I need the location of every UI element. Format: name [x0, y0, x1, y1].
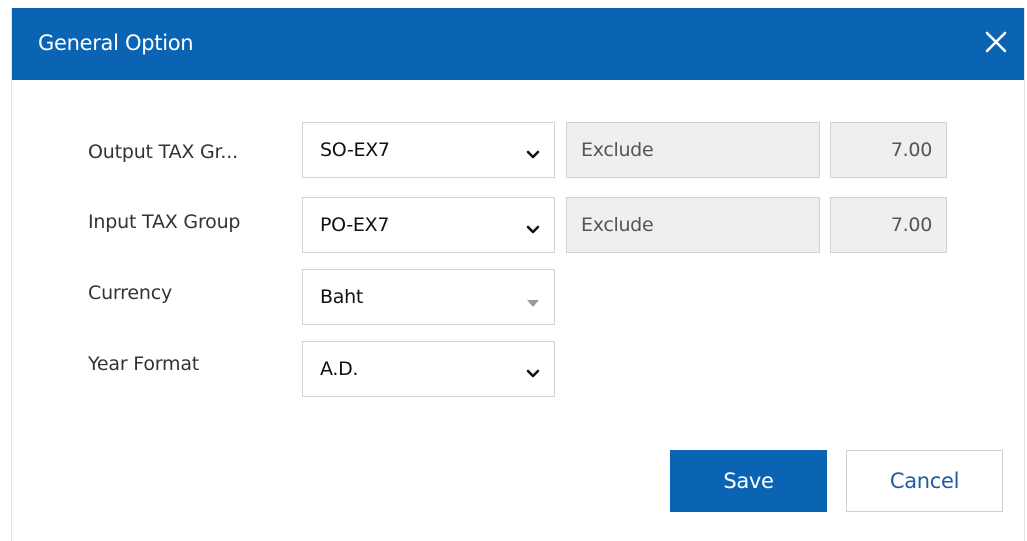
cancel-button[interactable]: Cancel [846, 450, 1003, 512]
dialog-header: General Option [12, 8, 1024, 80]
currency-select[interactable]: Baht [302, 269, 555, 325]
currency-label: Currency [88, 282, 173, 304]
output-tax-rate-field: 7.00 [830, 122, 947, 178]
input-tax-type-field: Exclude [566, 197, 820, 253]
close-icon[interactable] [982, 28, 1010, 56]
year-format-select[interactable]: A.D. [302, 341, 555, 397]
input-tax-rate-field: 7.00 [830, 197, 947, 253]
save-button[interactable]: Save [670, 450, 827, 512]
output-tax-group-select[interactable]: SO-EX7 [302, 122, 555, 178]
output-tax-group-value: SO-EX7 [320, 139, 390, 161]
input-tax-group-label: Input TAX Group [88, 211, 241, 233]
caret-down-icon [527, 293, 539, 307]
currency-value: Baht [320, 286, 363, 308]
chevron-down-icon [526, 145, 540, 159]
general-option-dialog: General Option Output TAX Gr... SO-EX7 E… [11, 8, 1025, 541]
dialog-title: General Option [38, 31, 194, 55]
year-format-label: Year Format [88, 353, 200, 375]
input-tax-group-select[interactable]: PO-EX7 [302, 197, 555, 253]
chevron-down-icon [526, 364, 540, 378]
input-tax-group-value: PO-EX7 [320, 214, 390, 236]
year-format-value: A.D. [320, 358, 359, 380]
output-tax-group-label: Output TAX Gr... [88, 141, 238, 163]
output-tax-type-field: Exclude [566, 122, 820, 178]
chevron-down-icon [526, 220, 540, 234]
